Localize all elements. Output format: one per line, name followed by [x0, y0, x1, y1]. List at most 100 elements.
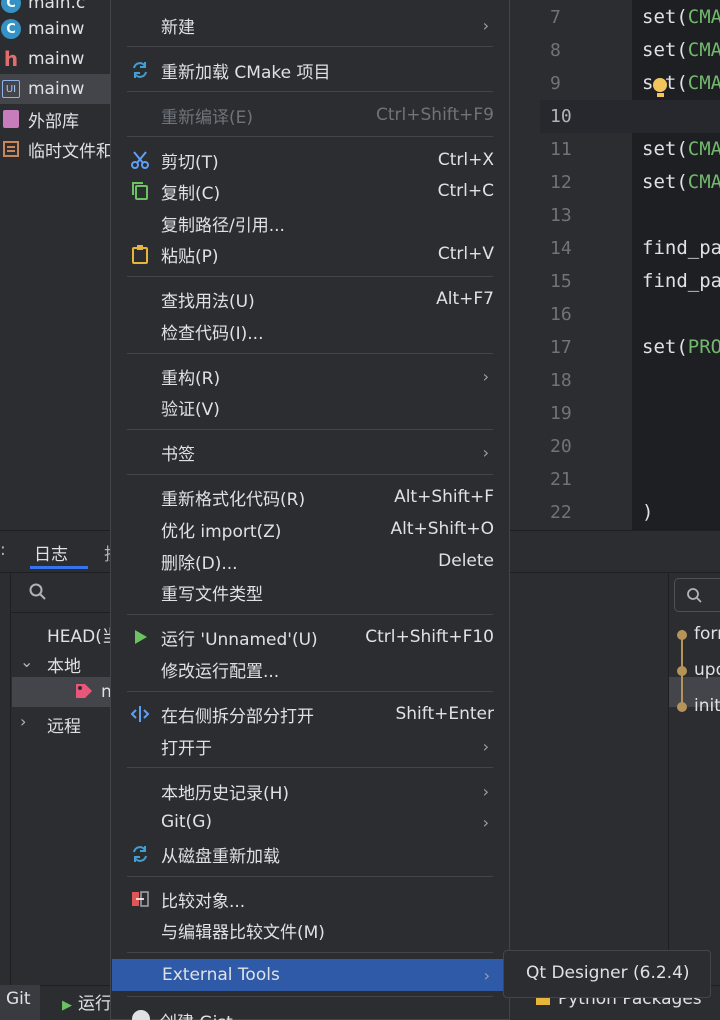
line-number: 21: [540, 463, 632, 496]
menu-item-local-history[interactable]: 本地历史记录(H) ›: [111, 775, 509, 807]
commit-search-field[interactable]: [674, 578, 720, 612]
menu-item-recompile[interactable]: 重新编译(E) Ctrl+Shift+F9: [111, 99, 509, 131]
menu-item-find-usages[interactable]: 查找用法(U) Alt+F7: [111, 283, 509, 315]
code-token-argument: CMA: [688, 39, 720, 61]
active-tab-underline: [30, 566, 88, 569]
clipboard-icon: [129, 243, 151, 265]
tree-item-external-libraries[interactable]: 外部库: [0, 104, 112, 134]
menu-item-reload-from-disk[interactable]: 从磁盘重新加载: [111, 838, 509, 870]
code-line: ): [642, 496, 653, 529]
commit-message[interactable]: forr: [694, 624, 720, 644]
menu-item-bookmarks[interactable]: 书签 ›: [111, 436, 509, 468]
branch-head[interactable]: HEAD(当: [47, 622, 119, 647]
code-line: set(PRO: [642, 331, 720, 364]
commit-message[interactable]: init: [694, 696, 720, 716]
line-number: 11: [540, 133, 632, 166]
menu-separator: [127, 691, 493, 692]
chevron-right-icon: ›: [483, 16, 489, 35]
tree-item-mainwindow-ui[interactable]: UI mainw: [0, 74, 112, 104]
tree-item-scratches[interactable]: 临时文件和: [0, 134, 112, 164]
menu-item-new[interactable]: 新建 ›: [111, 9, 509, 41]
menu-item-validate[interactable]: 验证(V): [111, 391, 509, 423]
line-number: 7: [540, 1, 632, 34]
menu-item-delete[interactable]: 删除(D)... Delete: [111, 545, 509, 577]
menu-item-compare-with-editor[interactable]: 与编辑器比较文件(M): [111, 914, 509, 946]
chevron-right-icon: ›: [483, 443, 489, 462]
line-number: 8: [540, 34, 632, 67]
menu-item-run[interactable]: 运行 'Unnamed'(U) Ctrl+Shift+F10: [111, 621, 509, 653]
search-icon: [685, 586, 705, 606]
run-icon: [129, 626, 151, 648]
menu-separator: [127, 614, 493, 615]
c-file-icon: C: [0, 0, 22, 14]
menu-separator: [127, 276, 493, 277]
line-number: 17: [540, 331, 632, 364]
code-token-function: set(: [642, 336, 688, 358]
line-number: 20: [540, 430, 632, 463]
lightbulb-icon[interactable]: [652, 78, 668, 98]
menu-item-inspect-code[interactable]: 检查代码(I)...: [111, 315, 509, 347]
tab-log[interactable]: 日志: [34, 540, 68, 565]
chevron-down-icon[interactable]: ⌄: [20, 652, 33, 671]
menu-item-git[interactable]: Git(G) ›: [111, 806, 509, 838]
code-line: set(CMA: [642, 166, 720, 199]
chevron-right-icon: ›: [483, 813, 489, 832]
scratch-icon: [0, 138, 22, 160]
code-token-argument: CMA: [688, 138, 720, 160]
commit-message[interactable]: upd: [694, 660, 720, 680]
menu-item-override-file-type[interactable]: 重写文件类型: [111, 576, 509, 608]
current-line-highlight: [632, 100, 720, 133]
branch-remote[interactable]: 远程: [47, 712, 81, 737]
status-run-button[interactable]: ▶运行: [62, 989, 112, 1014]
menu-item-create-gist[interactable]: 创建 Gist...: [110, 1006, 510, 1020]
code-line: find_pa: [642, 265, 720, 298]
line-number: 12: [540, 166, 632, 199]
code-token-argument: PRO: [688, 336, 720, 358]
menu-item-optimize-imports[interactable]: 优化 import(Z) Alt+Shift+O: [111, 513, 509, 545]
menu-item-compare-with[interactable]: 比较对象...: [111, 883, 509, 915]
scissors-icon: [129, 149, 151, 171]
branch-local[interactable]: 本地: [47, 652, 81, 677]
menu-separator: [127, 91, 493, 92]
commit-node: [677, 630, 687, 640]
line-number: 13: [540, 199, 632, 232]
tab-prefix: :: [0, 540, 6, 560]
code-token-function: set(: [642, 138, 688, 160]
refresh-icon: [129, 59, 151, 81]
chevron-right-icon[interactable]: ›: [20, 712, 26, 731]
menu-item-modify-run-config[interactable]: 修改运行配置...: [111, 653, 509, 685]
menu-separator: [127, 876, 493, 877]
c-file-icon: C: [0, 18, 22, 40]
menu-item-refactor[interactable]: 重构(R) ›: [111, 360, 509, 392]
code-line: find_pa: [642, 232, 720, 265]
menu-item-external-tools[interactable]: External Tools ›: [112, 959, 510, 991]
menu-item-reload-cmake[interactable]: 重新加载 CMake 项目: [111, 54, 509, 86]
compare-icon: [129, 888, 151, 910]
search-icon[interactable]: [28, 582, 48, 602]
chevron-right-icon: ›: [483, 737, 489, 756]
header-file-icon: h: [0, 48, 22, 70]
submenu-item-qt-designer[interactable]: Qt Designer (6.2.4): [526, 963, 690, 983]
library-icon: [0, 108, 22, 130]
menu-item-split-right[interactable]: 在右侧拆分部分打开 Shift+Enter: [111, 698, 509, 730]
menu-item-paste[interactable]: 粘贴(P) Ctrl+V: [111, 238, 509, 270]
code-token-function: ): [642, 501, 653, 523]
tree-item-mainwindow-cpp[interactable]: C mainw: [0, 14, 112, 44]
code-editor[interactable]: set(CMAset(CMAset(CMAset(CMAset(CMAfind_…: [632, 0, 720, 530]
status-git-button[interactable]: Git: [6, 989, 31, 1009]
menu-item-copy-path[interactable]: 复制路径/引用...: [111, 207, 509, 239]
menu-item-copy[interactable]: 复制(C) Ctrl+C: [111, 175, 509, 207]
external-tools-submenu: Qt Designer (6.2.4): [503, 950, 711, 998]
code-line: set(CMA: [642, 133, 720, 166]
code-line: set(CMA: [642, 34, 720, 67]
line-number: 10: [540, 100, 632, 133]
menu-item-cut[interactable]: 剪切(T) Ctrl+X: [111, 144, 509, 176]
menu-separator: [127, 996, 493, 997]
line-number: 14: [540, 232, 632, 265]
code-token-function: find_pa: [642, 270, 720, 292]
menu-item-reformat[interactable]: 重新格式化代码(R) Alt+Shift+F: [111, 481, 509, 513]
code-token-argument: CMA: [688, 6, 720, 28]
tag-icon: [74, 682, 94, 700]
menu-item-open-in[interactable]: 打开于 ›: [111, 730, 509, 762]
tree-item-mainwindow-h[interactable]: h mainw: [0, 44, 112, 74]
